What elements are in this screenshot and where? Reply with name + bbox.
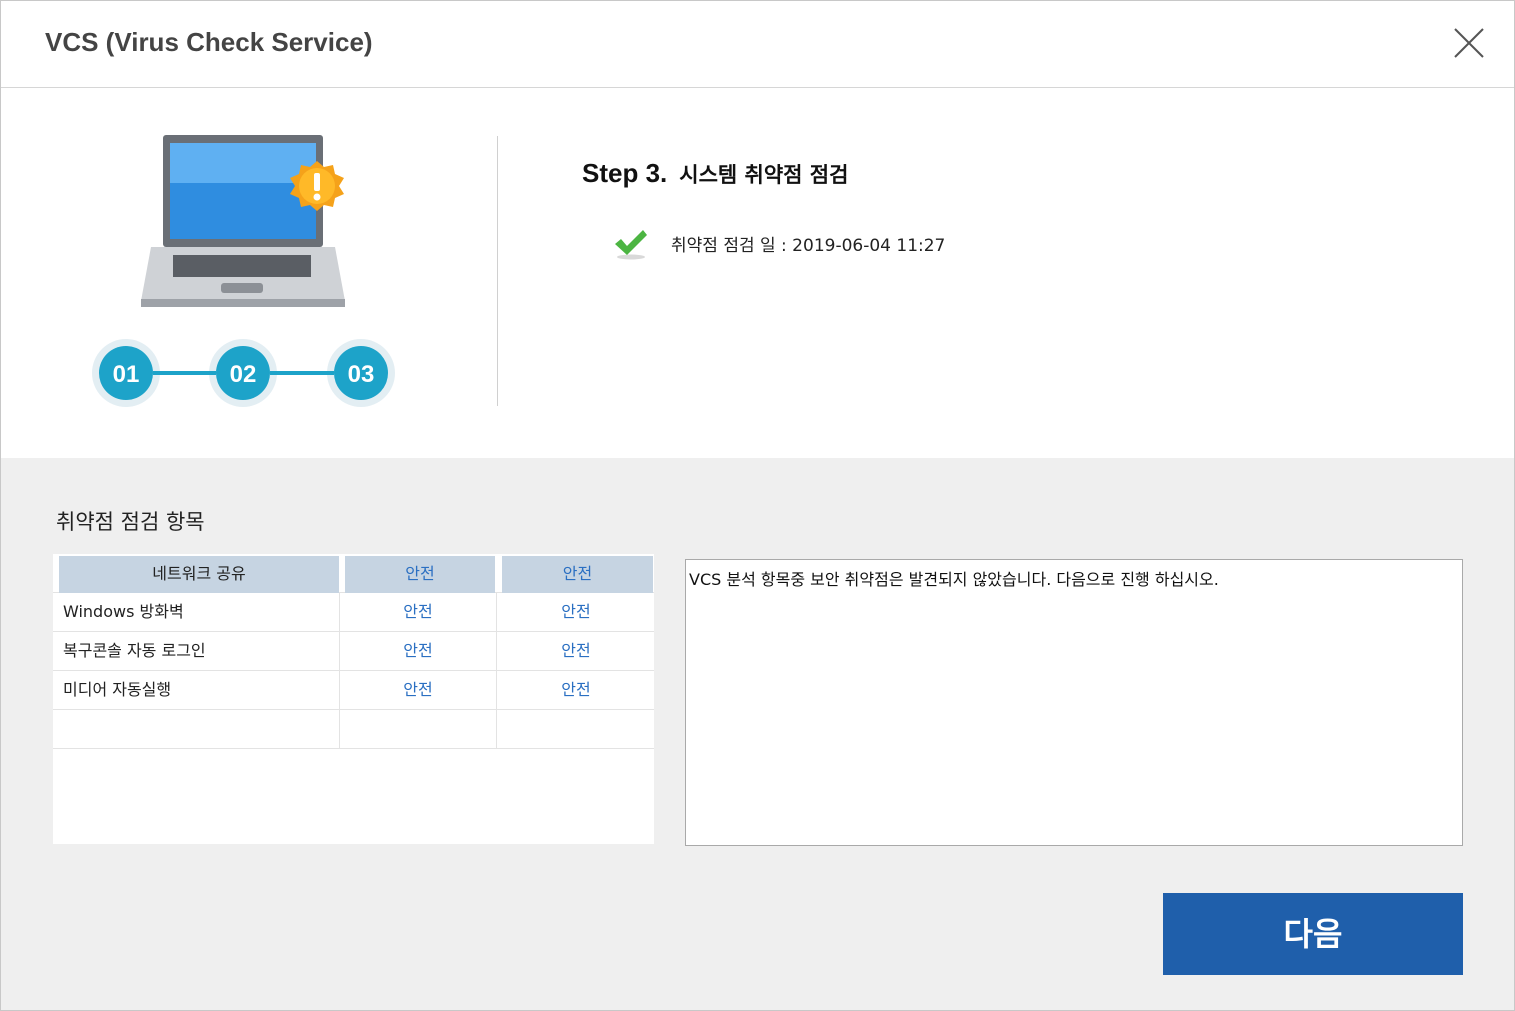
empty-cell	[53, 710, 348, 748]
title-bar: VCS (Virus Check Service)	[1, 1, 1514, 88]
next-button[interactable]: 다음	[1163, 893, 1463, 975]
item-status: 안전	[496, 593, 655, 631]
window-title: VCS (Virus Check Service)	[45, 27, 373, 57]
vertical-divider	[497, 136, 498, 406]
vulnerability-table: 네트워크 공유 안전 안전 Windows 방화벽 안전 안전 복구콘솔 자동 …	[53, 554, 654, 844]
close-icon[interactable]	[1449, 23, 1489, 63]
step-progress: 01 02 03	[91, 338, 401, 408]
step-3: 03	[348, 361, 375, 388]
item-status: 안전	[502, 556, 653, 593]
item-status: 안전	[339, 593, 496, 631]
empty-cell	[496, 710, 655, 748]
table-row[interactable]: Windows 방화벽 안전 안전	[53, 593, 654, 632]
step-number: Step 3.	[582, 158, 668, 188]
step-1: 01	[113, 361, 140, 388]
item-status: 안전	[496, 671, 655, 709]
item-status: 안전	[345, 556, 495, 593]
step-heading: Step 3. 시스템 취약점 점검	[582, 158, 848, 189]
check-icon	[613, 228, 649, 264]
item-name: 네트워크 공유	[59, 556, 339, 593]
empty-cell	[339, 710, 496, 748]
section-title: 취약점 점검 항목	[56, 510, 205, 534]
step-name: 시스템 취약점 점검	[679, 163, 849, 187]
table-row[interactable]: 복구콘솔 자동 로그인 안전 안전	[53, 632, 654, 671]
laptop-warning-icon	[139, 133, 354, 317]
item-name: 미디어 자동실행	[63, 680, 172, 699]
item-name: Windows 방화벽	[63, 602, 184, 621]
vcs-dialog: VCS (Virus Check Service) 01 02 03 Step …	[0, 0, 1515, 1011]
step-panel: 01 02 03 Step 3. 시스템 취약점 점검 취약점 점검 일 : 20…	[1, 88, 1514, 458]
item-status: 안전	[496, 632, 655, 670]
item-status: 안전	[339, 632, 496, 670]
table-row[interactable]: 미디어 자동실행 안전 안전	[53, 671, 654, 710]
item-name: 복구콘솔 자동 로그인	[63, 641, 206, 660]
item-status: 안전	[339, 671, 496, 709]
table-row-empty	[53, 710, 654, 749]
result-message: VCS 분석 항목중 보안 취약점은 발견되지 않았습니다. 다음으로 진행 하…	[689, 570, 1219, 589]
check-date: 취약점 점검 일 : 2019-06-04 11:27	[671, 236, 946, 256]
step-2: 02	[230, 361, 257, 388]
result-message-box[interactable]: VCS 분석 항목중 보안 취약점은 발견되지 않았습니다. 다음으로 진행 하…	[685, 559, 1463, 846]
table-row[interactable]: 네트워크 공유 안전 안전	[53, 554, 654, 593]
